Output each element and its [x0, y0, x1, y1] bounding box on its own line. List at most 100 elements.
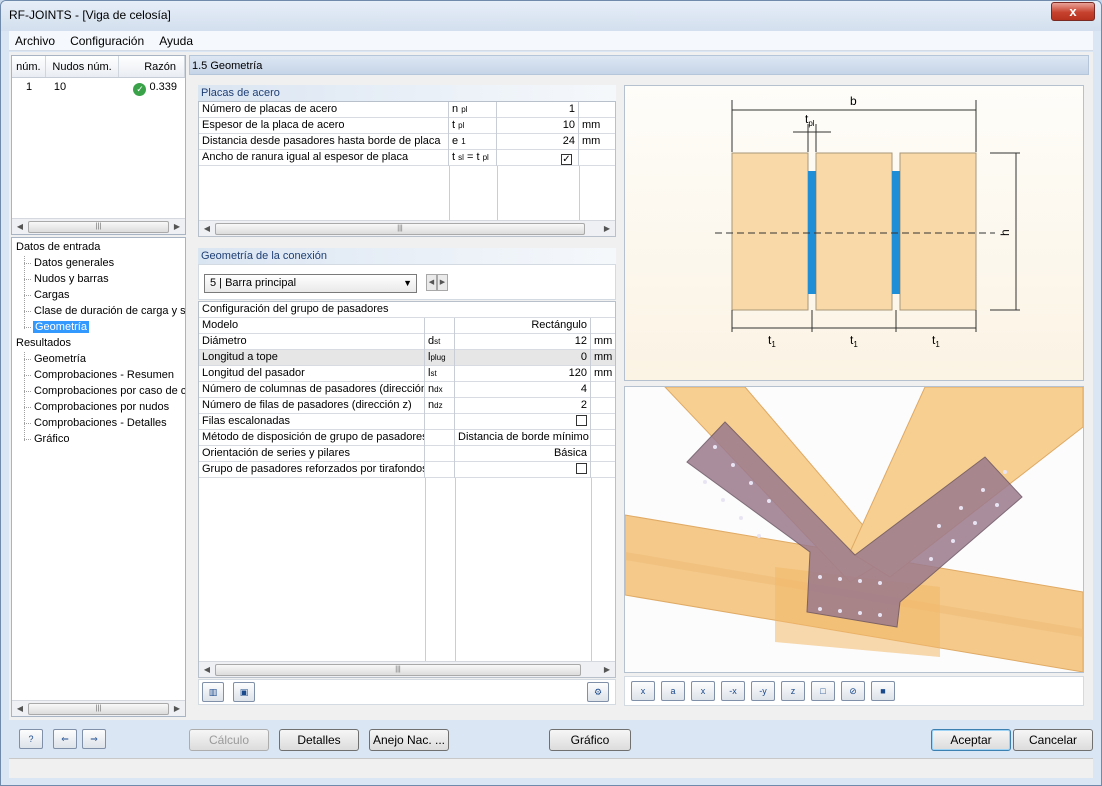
table-row[interactable]: Configuración del grupo de pasadores [199, 302, 615, 318]
table-row[interactable]: 1 10 ✓ 0.339 [12, 78, 185, 96]
table-row[interactable]: Número de columnas de pasadores (direcci… [199, 382, 615, 398]
view-zoom-icon[interactable]: ⊘ [841, 681, 865, 701]
next-member-button[interactable]: ▶ [437, 274, 448, 291]
results-hscroll[interactable]: ◀ ||| ▶ [12, 218, 185, 234]
view-axis-z-icon[interactable]: z [781, 681, 805, 701]
param-value[interactable] [455, 414, 591, 430]
view-a-icon[interactable]: a [661, 681, 685, 701]
scroll-right-icon[interactable]: ▶ [601, 223, 613, 235]
table-row[interactable]: Número de filas de pasadores (dirección … [199, 398, 615, 414]
col-ratio[interactable]: Razón [119, 56, 185, 77]
tree-results-heading[interactable]: Resultados [16, 337, 71, 349]
menu-configuracion[interactable]: Configuración [64, 31, 150, 49]
tree-connector [24, 375, 31, 376]
table-row[interactable]: Diámetro dst 12 mm [199, 334, 615, 350]
member-select[interactable]: 5 | Barra principal ▼ [204, 274, 417, 293]
tree-hscroll[interactable]: ◀ ||| ▶ [12, 700, 185, 716]
connection-hscroll[interactable]: ◀ ||| ▶ [199, 661, 615, 677]
menu-archivo[interactable]: Archivo [9, 31, 61, 49]
table-row[interactable]: Grupo de pasadores reforzados por tirafo… [199, 462, 615, 478]
details-button[interactable]: Detalles [279, 729, 359, 751]
param-value[interactable]: Distancia de borde mínimo [455, 430, 591, 446]
plates-hscroll[interactable]: ◀ ||| ▶ [199, 220, 615, 236]
calculate-button[interactable]: Cálculo [189, 729, 269, 751]
tree-input-heading[interactable]: Datos de entrada [16, 241, 100, 253]
cancel-button[interactable]: Cancelar [1013, 729, 1093, 751]
view-axis-minus-x-icon[interactable]: -x [721, 681, 745, 701]
sym: t [452, 151, 456, 163]
scroll-left-icon[interactable]: ◀ [201, 664, 213, 676]
param-checkbox[interactable] [576, 463, 587, 474]
table-row[interactable]: Filas escalonadas [199, 414, 615, 430]
view-x-icon[interactable]: x [631, 681, 655, 701]
export-icon[interactable]: ⇒ [82, 729, 106, 749]
import-icon[interactable]: ⇐ [53, 729, 77, 749]
tree-item-datos-generales[interactable]: Datos generales [34, 257, 114, 269]
scroll-thumb[interactable]: ||| [28, 703, 169, 715]
table-row[interactable]: Orientación de series y pilares Básica [199, 446, 615, 462]
plate-row-count[interactable]: Número de placas de acero n pl 1 [199, 102, 615, 118]
view-axis-x-icon[interactable]: x [691, 681, 715, 701]
param-value[interactable]: 120 [455, 366, 591, 382]
view-render-icon[interactable]: ■ [871, 681, 895, 701]
scroll-right-icon[interactable]: ▶ [601, 664, 613, 676]
scroll-thumb[interactable]: ||| [215, 664, 581, 676]
dowel [749, 481, 753, 485]
table-row[interactable]: Modelo Rectángulo [199, 318, 615, 334]
param-value[interactable]: 2 [455, 398, 591, 414]
table-row[interactable]: Longitud a tope lplug 0 mm [199, 350, 615, 366]
param-checkbox[interactable] [576, 415, 587, 426]
col-nodes[interactable]: Nudos núm. [46, 56, 120, 77]
param-value[interactable]: 0 [455, 350, 591, 366]
tree-item-nudos-barras[interactable]: Nudos y barras [34, 273, 109, 285]
scroll-thumb[interactable]: ||| [28, 221, 169, 233]
table-row[interactable]: Método de disposición de grupo de pasado… [199, 430, 615, 446]
tree-connector [24, 359, 31, 360]
scroll-thumb[interactable]: ||| [215, 223, 585, 235]
tree-item-clase-duracion[interactable]: Clase de duración de carga y s [34, 305, 185, 317]
param-value[interactable]: Básica [455, 446, 591, 462]
tree-item-resumen[interactable]: Comprobaciones - Resumen [34, 369, 174, 381]
scroll-left-icon[interactable]: ◀ [201, 223, 213, 235]
view-isometric-icon[interactable]: □ [811, 681, 835, 701]
graphic-button[interactable]: Gráfico [549, 729, 631, 751]
param-value[interactable]: 1 [497, 102, 579, 118]
close-button[interactable]: x [1051, 2, 1095, 21]
national-annex-button[interactable]: Anejo Nac. ... [369, 729, 449, 751]
tree-item-grafico[interactable]: Gráfico [34, 433, 69, 445]
tree-item-por-caso[interactable]: Comprobaciones por caso de ca [34, 385, 185, 397]
col-num[interactable]: núm. [12, 56, 46, 77]
tree-item-geometria-input[interactable]: Geometría [33, 321, 89, 333]
scroll-left-icon[interactable]: ◀ [14, 221, 26, 233]
scroll-right-icon[interactable]: ▶ [171, 221, 183, 233]
plate-row-slot-width[interactable]: Ancho de ranura igual al espesor de plac… [199, 150, 615, 166]
param-value[interactable]: 24 [497, 134, 579, 150]
tree-item-por-nudos[interactable]: Comprobaciones por nudos [34, 401, 169, 413]
tree-item-geometria-result[interactable]: Geometría [34, 353, 86, 365]
3d-view-panel[interactable] [624, 386, 1084, 673]
menu-ayuda[interactable]: Ayuda [153, 31, 199, 49]
label-b: b [850, 94, 857, 108]
library-icon[interactable]: ▥ [202, 682, 224, 702]
scroll-left-icon[interactable]: ◀ [14, 703, 26, 715]
accept-button[interactable]: Aceptar [931, 729, 1011, 751]
scroll-right-icon[interactable]: ▶ [171, 703, 183, 715]
settings-icon[interactable]: ⚙ [587, 682, 609, 702]
plate-row-edge-distance[interactable]: Distancia desde pasadores hasta borde de… [199, 134, 615, 150]
plate-row-thickness[interactable]: Espesor de la placa de acero t pl 10 mm [199, 118, 615, 134]
param-value[interactable]: 12 [455, 334, 591, 350]
param-value[interactable]: Rectángulo [455, 318, 591, 334]
param-value[interactable]: 10 [497, 118, 579, 134]
view-axis-minus-y-icon[interactable]: -y [751, 681, 775, 701]
save-icon[interactable]: ▣ [233, 682, 255, 702]
tree-item-cargas[interactable]: Cargas [34, 289, 69, 301]
slot-checkbox[interactable]: ✓ [561, 154, 572, 165]
param-value[interactable]: 4 [455, 382, 591, 398]
table-row[interactable]: Longitud del pasador lst 120 mm [199, 366, 615, 382]
tree-item-detalles[interactable]: Comprobaciones - Detalles [34, 417, 167, 429]
help-icon[interactable]: ? [19, 729, 43, 749]
prev-member-button[interactable]: ◀ [426, 274, 437, 291]
param-name: Espesor de la placa de acero [199, 118, 449, 134]
param-value[interactable] [455, 462, 591, 478]
param-name: Orientación de series y pilares [199, 446, 425, 462]
